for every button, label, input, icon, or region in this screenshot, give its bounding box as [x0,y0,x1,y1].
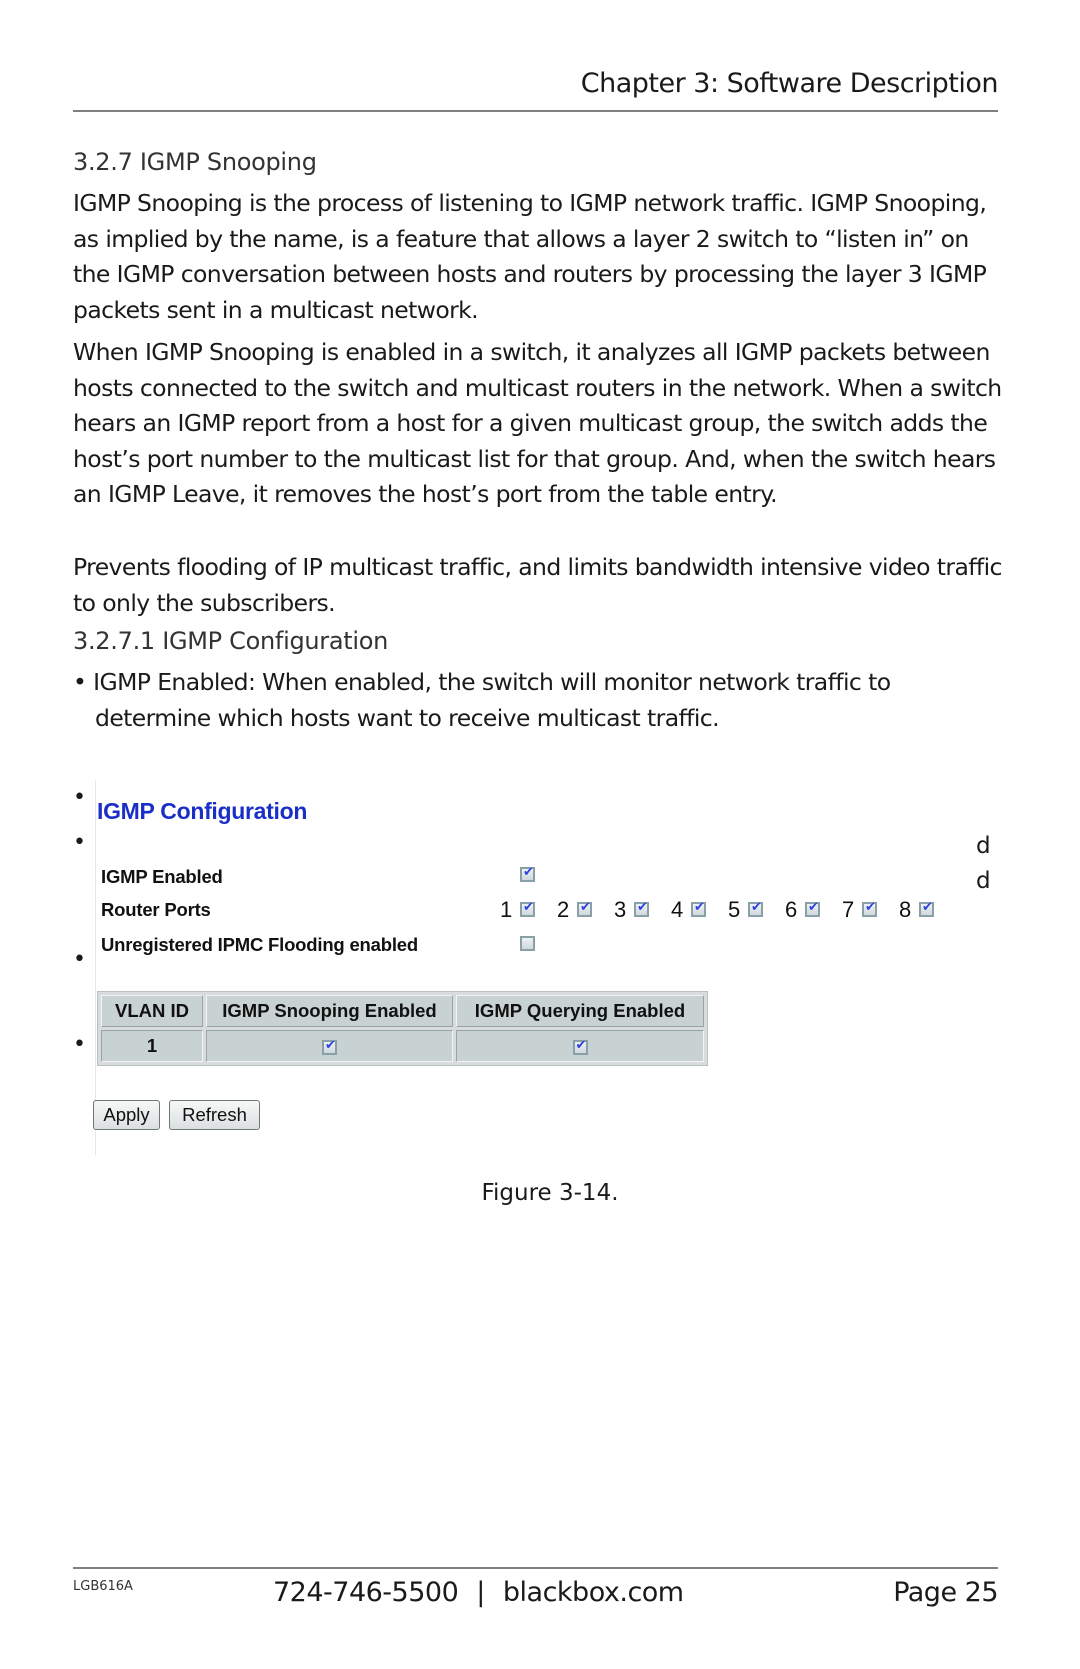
router-port-number: 1 [500,897,513,922]
router-port-5-checkbox[interactable] [748,900,763,917]
paragraph-3: Prevents flooding of IP multicast traffi… [73,553,1002,617]
router-port-number: 7 [842,897,855,922]
querying-checkbox[interactable] [572,1038,588,1055]
table-row: 1 [101,1030,704,1062]
refresh-button[interactable]: Refresh [169,1100,260,1130]
model-number: LGB616A [73,1579,133,1594]
header-vlan-id: VLAN ID [101,995,203,1027]
page-header: Chapter 3: Software Description [73,62,999,112]
router-port-number: 5 [728,897,741,922]
router-port-1-checkbox[interactable] [520,900,535,917]
bullet-line-1: • IGMP Enabled: When enabled, the switch… [73,668,891,696]
igmp-enabled-checkbox[interactable] [520,865,535,882]
website-link[interactable]: blackbox.com [503,1577,684,1608]
bullet-line-2: determine which hosts want to receive mu… [95,703,720,732]
router-port-number: 6 [785,897,798,922]
cell-querying [456,1030,704,1062]
header-querying: IGMP Querying Enabled [456,995,704,1027]
vlan-table: VLAN ID IGMP Snooping Enabled IGMP Query… [97,991,708,1066]
chapter-title: Chapter 3: Software Description [580,68,999,99]
router-port-number: 8 [899,897,912,922]
separator: | [476,1577,485,1608]
router-port-number: 2 [557,897,570,922]
router-port-6-checkbox[interactable] [805,900,820,917]
router-port-2-checkbox[interactable] [577,900,592,917]
apply-button[interactable]: Apply [93,1100,160,1130]
snooping-checkbox[interactable] [322,1038,337,1055]
figure-title: IGMP Configuration [97,798,308,824]
bullet-igmp-enabled: • IGMP Enabled: When enabled, the switch… [73,665,1008,736]
cell-vlan-id: 1 [101,1030,203,1062]
bullet-glyph: • [73,1032,86,1057]
router-port-number: 4 [671,897,684,922]
cell-snooping [206,1030,453,1062]
igmp-enabled-label: IGMP Enabled [101,866,223,887]
paragraph-1: IGMP Snooping is the process of listenin… [73,189,987,324]
flooding-label: Unregistered IPMC Flooding enabled [101,934,418,955]
bullet-glyph: • [73,785,86,810]
page-number: Page 25 [893,1577,998,1608]
paragraph-2: When IGMP Snooping is enabled in a switc… [73,338,1002,508]
router-port-8-checkbox[interactable] [919,900,934,917]
router-port-7-checkbox[interactable] [862,900,877,917]
flooding-checkbox[interactable] [520,936,535,951]
header-snooping: IGMP Snooping Enabled [206,995,453,1027]
contact-info: 724-746-5500 | blackbox.com [273,1577,684,1608]
router-ports-label: Router Ports [101,899,211,920]
router-port-number: 3 [614,897,627,922]
page-footer: LGB616A 724-746-5500 | blackbox.com Page 2… [73,1567,998,1629]
stray-letter: d [976,868,991,894]
subsection-heading: 3.2.7.1 IGMP Configuration [73,627,389,655]
router-port-4-checkbox[interactable] [691,900,706,917]
stray-letter: d [976,833,991,859]
figure-caption: Figure 3-14. [481,1180,619,1206]
router-port-3-checkbox[interactable] [634,900,649,917]
bullet-glyph: • [73,830,86,855]
table-header-row: VLAN ID IGMP Snooping Enabled IGMP Query… [101,995,704,1027]
phone-number: 724-746-5500 [273,1577,459,1608]
bullet-glyph: • [73,947,86,972]
igmp-configuration-figure: IGMP Configuration IGMP Enabled Router P… [93,780,934,1155]
section-heading: 3.2.7 IGMP Snooping [73,148,317,176]
figure-edge [95,780,96,1155]
